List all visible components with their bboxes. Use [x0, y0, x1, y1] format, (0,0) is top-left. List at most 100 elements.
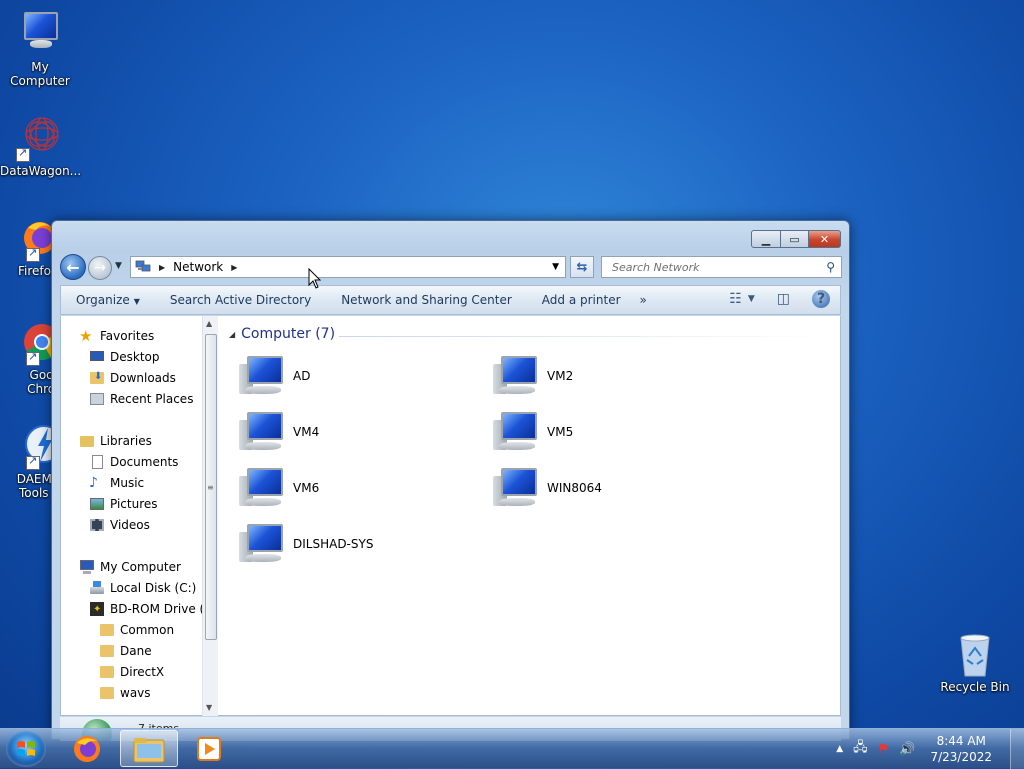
computer-name: VM4	[293, 425, 320, 439]
nav-recent-places[interactable]: Recent Places	[89, 389, 193, 409]
more-commands-button[interactable]: »	[636, 293, 651, 307]
nav-folder-dane[interactable]: Dane	[99, 641, 152, 661]
add-printer-button[interactable]: Add a printer	[527, 293, 636, 307]
folder-icon	[99, 664, 115, 680]
nav-local-disk[interactable]: Local Disk (C:)	[89, 578, 196, 598]
navigation-pane: ★ Favorites Desktop ⬇ Downloads Recent P…	[61, 316, 218, 716]
nav-documents[interactable]: Documents	[89, 452, 178, 472]
chevron-down-icon[interactable]: ▼	[748, 294, 755, 304]
collapse-triangle-icon[interactable]: ◢	[229, 330, 235, 339]
media-player-icon	[197, 736, 221, 761]
network-sharing-center-button[interactable]: Network and Sharing Center	[326, 293, 527, 307]
change-view-icon[interactable]: ☷	[729, 291, 742, 307]
chevron-down-icon: ▼	[133, 297, 140, 306]
nav-libraries[interactable]: Libraries	[79, 431, 152, 451]
network-tray-icon[interactable]: 🖧	[853, 738, 868, 760]
back-button[interactable]: ←	[60, 254, 86, 280]
search-icon[interactable]: ⚲	[826, 260, 835, 274]
back-arrow-icon: ←	[66, 257, 80, 277]
start-button[interactable]	[6, 731, 46, 767]
computer-name: AD	[293, 369, 311, 383]
network-computer-icon	[493, 466, 541, 510]
nav-my-computer[interactable]: My Computer	[79, 557, 181, 577]
nav-music[interactable]: ♪ Music	[89, 473, 144, 493]
refresh-button[interactable]: ⇆	[570, 256, 594, 278]
search-input[interactable]	[610, 259, 820, 275]
nav-label: wavs	[120, 686, 151, 700]
bd-rom-drive-icon: ✦	[89, 601, 105, 617]
breadcrumb-separator-icon[interactable]: ▶	[231, 263, 237, 272]
nav-videos[interactable]: Videos	[89, 515, 150, 535]
computer-icon	[16, 10, 64, 58]
taskbar-firefox[interactable]	[58, 730, 116, 767]
nav-label: Videos	[110, 518, 150, 532]
address-bar[interactable]: ▶ Network ▶ ▼	[130, 256, 566, 278]
navigation-bar: ← → ▼ ▶ Network ▶ ▼ ⇆ ⚲	[60, 254, 842, 280]
nav-bd-rom-drive[interactable]: ✦ BD-ROM Drive (E	[89, 599, 212, 619]
folder-icon	[99, 643, 115, 659]
address-dropdown-icon[interactable]: ▼	[552, 262, 559, 272]
folder-icon	[133, 737, 165, 762]
nav-downloads[interactable]: ⬇ Downloads	[89, 368, 176, 388]
nav-desktop[interactable]: Desktop	[89, 347, 160, 367]
desktop-icon-label: My Computer	[10, 60, 70, 88]
folder-icon	[99, 622, 115, 638]
maximize-button[interactable]: ▭	[781, 230, 809, 248]
documents-icon	[89, 454, 105, 470]
recent-pages-dropdown[interactable]: ▼	[115, 261, 122, 271]
scroll-up-icon[interactable]: ▲	[206, 319, 212, 328]
nav-favorites[interactable]: ★ Favorites	[79, 326, 154, 346]
computer-item-dilshad-sys[interactable]: DILSHAD-SYS	[239, 519, 373, 569]
computer-item-ad[interactable]: AD	[239, 351, 310, 401]
close-button[interactable]: ✕	[809, 230, 841, 248]
firefox-icon	[74, 735, 100, 762]
taskbar: ▲ 🖧 ⚑ 🔊 8:44 AM 7/23/2022	[0, 728, 1024, 769]
computer-item-vm4[interactable]: VM4	[239, 407, 319, 457]
show-desktop-button[interactable]	[1010, 729, 1024, 769]
navigation-scrollbar[interactable]: ▲ ≡ ▼	[202, 316, 218, 716]
star-icon: ★	[79, 327, 93, 345]
nav-label: BD-ROM Drive (E	[110, 602, 212, 616]
taskbar-media-player[interactable]	[180, 730, 238, 767]
pictures-icon	[89, 496, 105, 512]
desktop-icon-recycle-bin[interactable]: Recycle Bin	[935, 630, 1015, 694]
computer-item-vm5[interactable]: VM5	[493, 407, 573, 457]
computer-item-vm2[interactable]: VM2	[493, 351, 573, 401]
maximize-icon: ▭	[789, 232, 800, 246]
help-icon[interactable]: ?	[812, 290, 830, 308]
desktop-icon-my-computer[interactable]: My Computer	[0, 10, 80, 88]
view-controls: ☷ ▼ ◫ ?	[715, 290, 830, 308]
computer-item-win8064[interactable]: WIN8064	[493, 463, 602, 513]
desktop-icon-datawagon[interactable]: DataWagon...	[0, 114, 81, 178]
shortcut-arrow-icon	[26, 350, 40, 366]
organize-button[interactable]: Organize ▼	[61, 293, 155, 307]
action-center-icon[interactable]: ⚑	[878, 742, 890, 757]
search-box[interactable]: ⚲	[601, 256, 842, 278]
group-header-computer[interactable]: ◢ Computer (7)	[229, 326, 335, 342]
computer-item-vm6[interactable]: VM6	[239, 463, 319, 513]
nav-label: Pictures	[110, 497, 158, 511]
show-hidden-icons-icon[interactable]: ▲	[836, 744, 843, 754]
nav-folder-directx[interactable]: DirectX	[99, 662, 164, 682]
computer-name: VM2	[547, 369, 574, 383]
window-controls: ▁ ▭ ✕	[751, 230, 841, 248]
nav-pictures[interactable]: Pictures	[89, 494, 158, 514]
minimize-button[interactable]: ▁	[751, 230, 781, 248]
clock[interactable]: 8:44 AM 7/23/2022	[930, 733, 992, 765]
search-active-directory-button[interactable]: Search Active Directory	[155, 293, 326, 307]
nav-folder-wavs[interactable]: wavs	[99, 683, 151, 703]
nav-label: Documents	[110, 455, 179, 469]
scroll-down-icon[interactable]: ▼	[206, 703, 212, 712]
breadcrumb-separator-icon[interactable]: ▶	[159, 263, 165, 272]
folder-icon	[99, 685, 115, 701]
nav-folder-common[interactable]: Common	[99, 620, 174, 640]
network-computer-icon	[239, 354, 287, 398]
preview-pane-icon[interactable]: ◫	[777, 291, 790, 307]
explorer-body: ★ Favorites Desktop ⬇ Downloads Recent P…	[60, 316, 841, 716]
volume-icon[interactable]: 🔊	[899, 742, 915, 757]
forward-button[interactable]: →	[88, 256, 112, 280]
network-computer-icon	[493, 354, 541, 398]
breadcrumb-network[interactable]: Network	[173, 260, 223, 274]
taskbar-windows-explorer[interactable]	[120, 730, 178, 767]
datawagon-icon	[16, 114, 64, 162]
